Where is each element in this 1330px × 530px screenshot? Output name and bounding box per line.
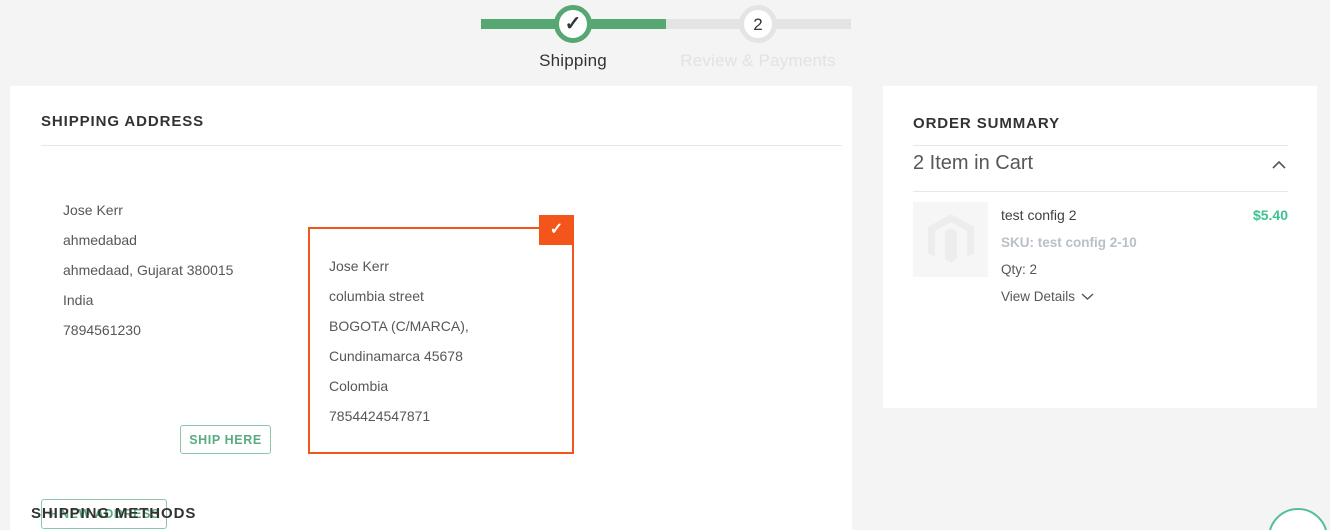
page-title: SHIPPING ADDRESS [41, 113, 205, 130]
address-line: India [63, 292, 94, 308]
product-price: $5.40 [1252, 207, 1288, 223]
list-item: test config 2 SKU: test config 2-10 Qty:… [913, 202, 1288, 307]
checkout-progress-bar: ✓ Shipping 2 Review & Payments [0, 0, 1330, 80]
view-details-toggle[interactable]: View Details [1001, 283, 1094, 310]
selected-badge: ✓ [539, 215, 574, 245]
checkout-page: ✓ Shipping 2 Review & Payments SHIPPING … [0, 0, 1330, 530]
order-summary-panel: ORDER SUMMARY 2 Item in Cart test config… [883, 86, 1317, 408]
order-summary-title: ORDER SUMMARY [913, 115, 1060, 132]
address-line: Colombia [329, 378, 389, 394]
cart-items-count: 2 Item in Cart [913, 152, 1034, 174]
product-thumbnail [913, 202, 988, 277]
address-line: BOGOTA (C/MARCA), [329, 318, 469, 334]
check-icon: ✓ [564, 13, 582, 35]
product-qty: Qty: 2 [1001, 262, 1038, 277]
step-review-label: Review & Payments [680, 51, 836, 70]
product-info: test config 2 SKU: test config 2-10 Qty:… [1001, 202, 1137, 310]
address-line: ahmedaad, Gujarat 380015 [63, 262, 234, 278]
product-sku: SKU: test config 2-10 [1001, 235, 1137, 250]
cart-items-toggle[interactable]: 2 Item in Cart [913, 152, 1288, 192]
address-card-default[interactable]: Jose Kerr ahmedabad ahmedaad, Gujarat 38… [63, 195, 233, 345]
chevron-up-icon [1272, 160, 1286, 169]
address-line: columbia street [329, 288, 424, 304]
address-line: 7854424547871 [329, 408, 431, 424]
summary-divider-top [913, 145, 1288, 146]
summary-divider-bottom [913, 191, 1288, 192]
step-shipping-label: Shipping [539, 51, 607, 70]
address-line: Jose Kerr [329, 258, 389, 274]
shipping-address-card: SHIPPING ADDRESS Jose Kerr ahmedabad ahm… [10, 86, 852, 530]
step-review-payments[interactable]: 2 Review & Payments [665, 0, 851, 71]
magento-logo-placeholder [927, 213, 974, 262]
step-review-circle: 2 [739, 5, 777, 43]
address-line: Jose Kerr [63, 202, 123, 218]
shipping-methods-title: SHIPPING METHODS [31, 505, 197, 522]
address-line: 7894561230 [63, 322, 141, 338]
ship-here-button[interactable]: SHIP HERE [180, 425, 271, 454]
chat-bubble-icon[interactable] [1268, 508, 1328, 530]
check-icon: ✓ [549, 221, 564, 238]
step-review-number: 2 [753, 14, 763, 34]
title-divider [41, 145, 842, 146]
chevron-down-icon [1081, 293, 1094, 300]
step-shipping-circle: ✓ [554, 5, 592, 43]
view-details-label: View Details [1001, 289, 1076, 304]
product-name: test config 2 [1001, 207, 1077, 223]
address-line: Cundinamarca 45678 [329, 348, 463, 364]
step-shipping[interactable]: ✓ Shipping [481, 0, 665, 71]
selected-address-text: Jose Kerr columbia street BOGOTA (C/MARC… [329, 251, 469, 431]
address-card-selected[interactable]: ✓ Jose Kerr columbia street BOGOTA (C/MA… [308, 215, 574, 454]
address-line: ahmedabad [63, 232, 137, 248]
